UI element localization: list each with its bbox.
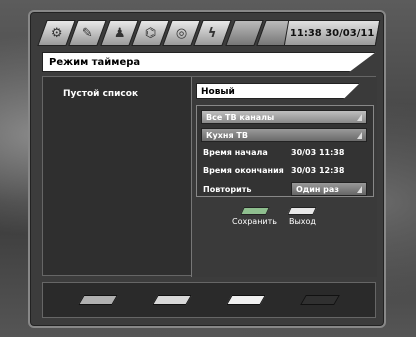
color-key-bar <box>42 282 376 318</box>
repeat-select[interactable]: Один раз <box>291 182 367 196</box>
save-button[interactable]: Сохранить <box>232 207 277 226</box>
timer-list-area: Пустой список Новый Все ТВ каналы Кухня … <box>42 76 377 277</box>
clock-text: 11:38 30/03/11 <box>289 27 375 39</box>
empty-list-text: Пустой список <box>63 89 139 99</box>
dropdown-arrow-icon <box>357 185 362 193</box>
save-label: Сохранить <box>232 217 277 226</box>
channel-group-value: Все ТВ каналы <box>206 112 275 122</box>
timer-window: ⚙ ✎ ♟ ⌬ ◎ ϟ 11:38 30/03/11 Режим таймера… <box>28 10 386 328</box>
repeat-row[interactable]: Повторить Один раз <box>203 182 369 196</box>
exit-button[interactable]: Выход <box>287 207 318 226</box>
menu-tab-bar: ⚙ ✎ ♟ ⌬ ◎ ϟ <box>37 20 295 46</box>
channel-group-select[interactable]: Все ТВ каналы <box>201 110 367 124</box>
dropdown-arrow-icon <box>357 131 362 139</box>
page-title: Режим таймера <box>42 52 376 72</box>
yellow-key-icon[interactable] <box>226 295 266 305</box>
timer-settings-box: Все ТВ каналы Кухня ТВ Время начала 30/0… <box>196 105 374 197</box>
white-key-icon <box>287 207 318 215</box>
mode-field[interactable]: Новый <box>196 83 360 99</box>
clock-display: 11:38 30/03/11 <box>283 20 381 46</box>
start-time-value[interactable]: 30/03 11:38 <box>291 148 344 157</box>
start-time-label: Время начала <box>203 148 268 157</box>
end-time-label: Время окончания <box>203 166 284 175</box>
end-time-row[interactable]: Время окончания 30/03 12:38 <box>203 166 369 175</box>
repeat-label: Повторить <box>203 184 252 194</box>
channel-select[interactable]: Кухня ТВ <box>201 128 367 142</box>
action-buttons: Сохранить Выход <box>232 207 318 226</box>
red-key-icon[interactable] <box>78 295 118 305</box>
start-time-row[interactable]: Время начала 30/03 11:38 <box>203 148 369 157</box>
exit-label: Выход <box>289 217 316 226</box>
channel-value: Кухня ТВ <box>206 130 248 140</box>
green-key-icon[interactable] <box>152 295 192 305</box>
blue-key-icon[interactable] <box>300 295 340 305</box>
timer-edit-panel: Новый Все ТВ каналы Кухня ТВ Время начал… <box>191 77 377 277</box>
repeat-value: Один раз <box>296 184 339 194</box>
dropdown-arrow-icon <box>357 113 362 121</box>
green-key-icon <box>239 207 270 215</box>
end-time-value[interactable]: 30/03 12:38 <box>291 166 344 175</box>
